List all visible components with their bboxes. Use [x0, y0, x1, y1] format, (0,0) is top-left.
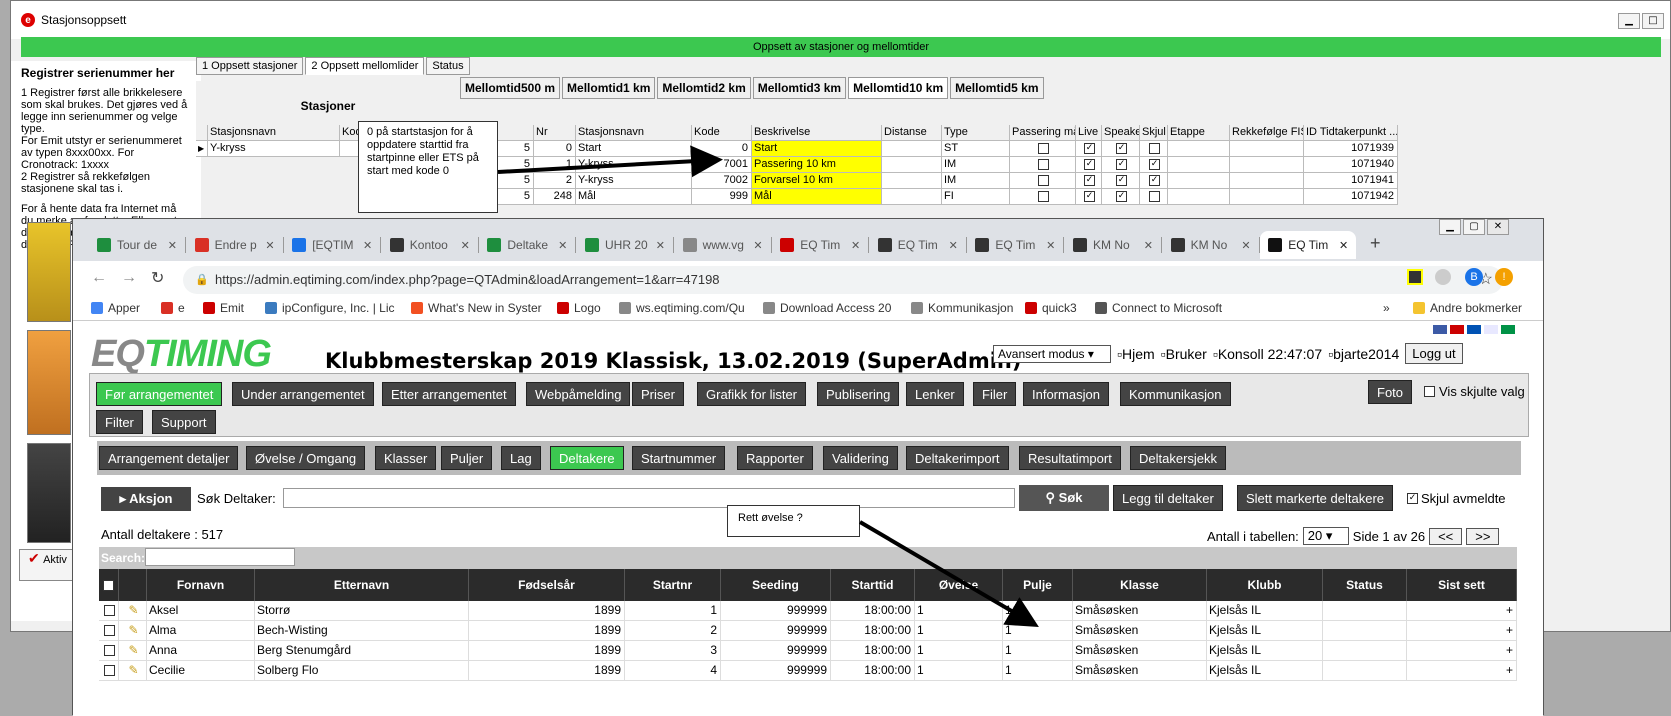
arrow-to-start-row: [497, 145, 723, 178]
annotation-arrows: [497, 145, 1039, 628]
arrow-to-ovelse-column: [858, 520, 1039, 628]
